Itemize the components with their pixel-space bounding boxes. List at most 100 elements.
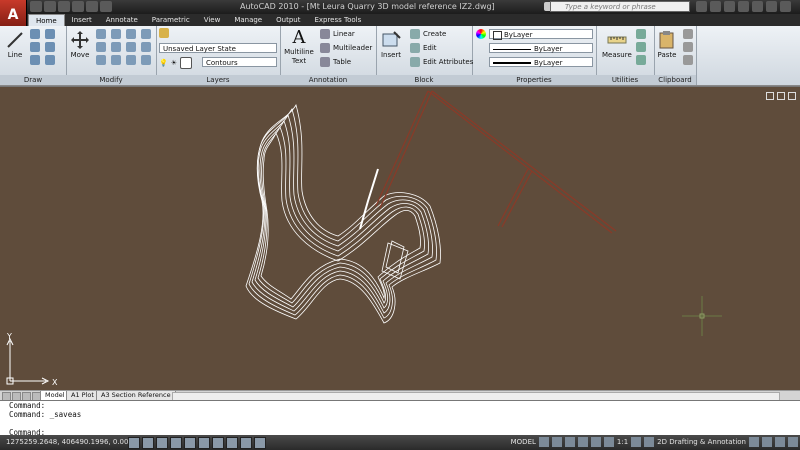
workspace-switching-icon[interactable] xyxy=(644,437,655,447)
annotation-panel-title[interactable]: Annotation xyxy=(280,75,376,85)
properties-panel-title[interactable]: Properties xyxy=(472,75,596,85)
binoculars-icon[interactable] xyxy=(696,1,707,12)
hatch-icon[interactable] xyxy=(45,42,55,52)
close-icon[interactable] xyxy=(780,1,791,12)
multiline-text-button[interactable]: A Multiline Text xyxy=(284,28,314,66)
snap-icon[interactable] xyxy=(128,437,140,449)
layers-panel-title[interactable]: Layers xyxy=(156,75,280,85)
copy-icon[interactable] xyxy=(141,29,151,39)
color-dropdown[interactable]: ByLayer xyxy=(489,29,593,40)
table-button[interactable]: Table xyxy=(320,57,351,67)
draw-panel-title[interactable]: Draw xyxy=(0,75,66,85)
save-icon[interactable] xyxy=(58,1,70,12)
polyline-icon[interactable] xyxy=(30,29,40,39)
line-button[interactable]: Line xyxy=(4,30,26,59)
pan-icon[interactable] xyxy=(564,437,575,447)
favorites-icon[interactable] xyxy=(724,1,735,12)
workspace-dropdown[interactable]: 2D Drafting & Annotation xyxy=(657,438,746,446)
viewport-minimize-icon[interactable] xyxy=(766,92,774,100)
measure-button[interactable]: Measure xyxy=(602,30,632,59)
fillet-icon[interactable] xyxy=(111,42,121,52)
explode-icon[interactable] xyxy=(126,42,136,52)
modify-panel-title[interactable]: Modify xyxy=(66,75,156,85)
insert-button[interactable]: Insert xyxy=(380,30,402,59)
lineweight-dropdown[interactable]: ByLayer xyxy=(489,57,593,67)
linear-dimension-button[interactable]: Linear xyxy=(320,29,355,39)
ducs-icon[interactable] xyxy=(212,437,224,449)
stretch-icon[interactable] xyxy=(141,42,151,52)
zoom-icon[interactable] xyxy=(577,437,588,447)
offset-icon[interactable] xyxy=(126,55,136,65)
help-icon[interactable] xyxy=(738,1,749,12)
utilities-panel-title[interactable]: Utilities xyxy=(596,75,654,85)
tab-view[interactable]: View xyxy=(197,14,228,26)
lock-icon[interactable] xyxy=(749,437,759,447)
quick-select-icon[interactable] xyxy=(636,29,646,39)
tab-insert[interactable]: Insert xyxy=(65,14,99,26)
grid-icon[interactable] xyxy=(142,437,154,449)
viewport-restore-icon[interactable] xyxy=(777,92,785,100)
paste-button[interactable]: Paste xyxy=(656,30,678,59)
clipboard-panel-title[interactable]: Clipboard xyxy=(654,75,696,85)
ortho-icon[interactable] xyxy=(156,437,168,449)
search-input[interactable]: Type a keyword or phrase xyxy=(550,1,690,12)
array-icon[interactable] xyxy=(111,55,121,65)
tab-output[interactable]: Output xyxy=(269,14,307,26)
erase-icon[interactable] xyxy=(126,29,136,39)
circle-icon[interactable] xyxy=(30,42,40,52)
copy-clip-icon[interactable] xyxy=(683,42,693,52)
otrack-icon[interactable] xyxy=(198,437,210,449)
current-layer-dropdown[interactable]: Contours xyxy=(202,57,277,67)
layer-state-dropdown[interactable]: Unsaved Layer State xyxy=(159,43,277,53)
mirror-icon[interactable] xyxy=(96,42,106,52)
hardware-acceleration-icon[interactable] xyxy=(762,437,772,447)
minimize-icon[interactable] xyxy=(752,1,763,12)
isolate-objects-icon[interactable] xyxy=(775,437,785,447)
annotation-visibility-icon[interactable] xyxy=(631,437,642,447)
rectangle-icon[interactable] xyxy=(45,55,55,65)
quick-properties-icon[interactable] xyxy=(254,437,266,449)
plot-icon[interactable] xyxy=(100,1,112,12)
communication-icon[interactable] xyxy=(710,1,721,12)
viewport-close-icon[interactable] xyxy=(788,92,796,100)
dyn-icon[interactable] xyxy=(226,437,238,449)
block-panel-title[interactable]: Block xyxy=(376,75,472,85)
annotation-scale-dropdown[interactable]: 1:1 xyxy=(617,438,628,446)
tab-express-tools[interactable]: Express Tools xyxy=(307,14,368,26)
trim-icon[interactable] xyxy=(111,29,121,39)
redo-icon[interactable] xyxy=(86,1,98,12)
move-button[interactable]: Move xyxy=(69,30,91,59)
showmotion-icon[interactable] xyxy=(603,437,614,447)
edit-block-button[interactable]: Edit xyxy=(410,43,437,53)
select-all-icon[interactable] xyxy=(636,55,646,65)
new-icon[interactable] xyxy=(30,1,42,12)
drawing-canvas[interactable]: Y X xyxy=(0,86,800,391)
command-window[interactable]: Command: Command: _saveas Command: xyxy=(0,400,800,437)
steeringwheel-icon[interactable] xyxy=(590,437,601,447)
maximize-icon[interactable] xyxy=(766,1,777,12)
undo-icon[interactable] xyxy=(72,1,84,12)
scale-icon[interactable] xyxy=(96,55,106,65)
osnap-icon[interactable] xyxy=(184,437,196,449)
match-properties-icon[interactable] xyxy=(683,55,693,65)
create-block-button[interactable]: Create xyxy=(410,29,446,39)
ellipse-icon[interactable] xyxy=(30,55,40,65)
tab-parametric[interactable]: Parametric xyxy=(145,14,197,26)
polar-icon[interactable] xyxy=(170,437,182,449)
edit-attributes-button[interactable]: Edit Attributes xyxy=(410,57,473,67)
join-icon[interactable] xyxy=(141,55,151,65)
lineweight-icon[interactable] xyxy=(240,437,252,449)
rotate-icon[interactable] xyxy=(96,29,106,39)
clean-screen-icon[interactable] xyxy=(788,437,798,447)
linetype-dropdown[interactable]: ByLayer xyxy=(489,43,593,53)
cut-icon[interactable] xyxy=(683,29,693,39)
arc-icon[interactable] xyxy=(45,29,55,39)
quick-view-layouts-icon[interactable] xyxy=(538,437,549,447)
open-icon[interactable] xyxy=(44,1,56,12)
layer-properties-icon[interactable] xyxy=(159,28,169,38)
calculator-icon[interactable] xyxy=(636,42,646,52)
tab-annotate[interactable]: Annotate xyxy=(99,14,145,26)
multileader-button[interactable]: Multileader xyxy=(320,43,372,53)
quick-view-drawings-icon[interactable] xyxy=(551,437,562,447)
tab-manage[interactable]: Manage xyxy=(227,14,269,26)
